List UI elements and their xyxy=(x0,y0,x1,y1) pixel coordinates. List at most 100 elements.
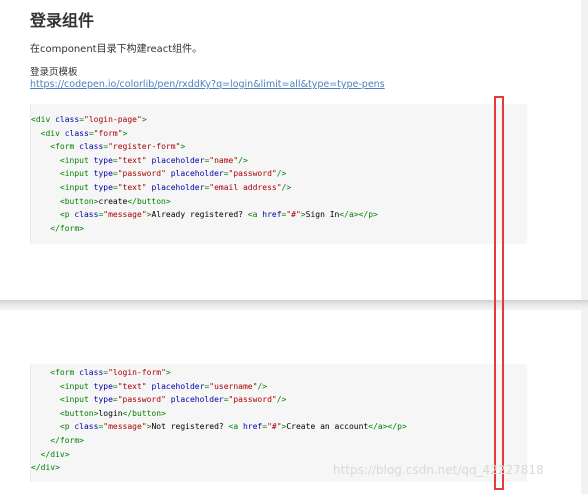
code-token: "login-page" xyxy=(84,115,142,124)
code-token: <input xyxy=(59,182,94,192)
code-token: placeholder xyxy=(151,182,205,192)
code-token: <form xyxy=(50,142,80,152)
code-token: <p xyxy=(59,422,75,432)
code-token: "password" xyxy=(228,169,277,179)
code-line: <p class="message">Already registered? <… xyxy=(31,208,527,222)
highlight-rectangle xyxy=(494,96,504,490)
code-token: > xyxy=(122,128,128,138)
code-token: > xyxy=(180,142,186,152)
code-token: </div> xyxy=(31,463,60,473)
code-token: /> xyxy=(257,381,268,391)
code-token: <p xyxy=(59,210,75,220)
code-token: "password" xyxy=(228,395,277,405)
code-token: class xyxy=(79,368,104,377)
code-line: </div> xyxy=(31,448,527,462)
code-token: </form> xyxy=(50,223,84,233)
code-token: "message" xyxy=(103,210,147,220)
code-token: href xyxy=(262,210,282,220)
code-token: /> xyxy=(238,155,248,165)
code-line: <input type="text" placeholder="email ad… xyxy=(31,181,527,195)
code-token: </a></p> xyxy=(368,422,407,432)
code-line: <input type="password" placeholder="pass… xyxy=(31,393,527,407)
code-token: class xyxy=(74,210,99,220)
code-token: "#" xyxy=(286,210,301,220)
code-token: <div xyxy=(31,115,56,124)
watermark-text: https://blog.csdn.net/qq_42227818 xyxy=(333,463,544,477)
code-token: "email address" xyxy=(209,182,282,192)
code-line: <input type="password" placeholder="pass… xyxy=(31,167,527,181)
code-token: class xyxy=(64,128,89,138)
intro-paragraph: 在component目录下构建react组件。 xyxy=(30,44,203,55)
code-token: "text" xyxy=(117,155,147,165)
code-token: "name" xyxy=(209,155,239,165)
code-token: <input xyxy=(59,169,94,179)
code-token: /> xyxy=(281,182,292,192)
code-token: Not registered? xyxy=(151,422,229,432)
code-token: type xyxy=(93,381,113,391)
code-token: <a xyxy=(228,422,243,432)
code-line: <p class="message">Not registered? <a hr… xyxy=(31,420,527,434)
code-token: placeholder xyxy=(151,381,205,391)
code-block-1: <div class="login-page"> <div class="for… xyxy=(30,104,527,244)
code-token: <input xyxy=(59,381,94,391)
code-token: Already registered? xyxy=(151,210,248,220)
code-token: <a xyxy=(247,210,263,220)
code-line: <input type="text" placeholder="name"/> xyxy=(31,154,527,168)
code-line: <button>login</button> xyxy=(31,407,527,421)
code-line: </form> xyxy=(31,222,527,236)
code-token: placeholder xyxy=(170,395,224,405)
code-token: class xyxy=(55,115,80,124)
code-token: > xyxy=(165,368,171,377)
code-token: type xyxy=(93,155,113,165)
code-token: > xyxy=(141,115,147,124)
template-link[interactable]: https://codepen.io/colorlib/pen/rxddKy?q… xyxy=(30,79,385,90)
code-token: "text" xyxy=(117,381,147,391)
code-token: class xyxy=(74,422,99,432)
code-token: "password" xyxy=(117,169,166,179)
code-line: <form class="register-form"> xyxy=(31,140,527,154)
code-token: type xyxy=(93,182,113,192)
code-token: "form" xyxy=(93,128,123,138)
code-line: </form> xyxy=(31,434,527,448)
code-token: </button> xyxy=(122,408,166,418)
code-token: login xyxy=(98,408,123,418)
code-token: "register-form" xyxy=(108,142,181,152)
template-label: 登录页模板 xyxy=(30,67,78,78)
code-token: </div> xyxy=(40,449,70,459)
code-token: "login-form" xyxy=(108,368,166,377)
code-token: <input xyxy=(59,395,94,405)
code-token: </button> xyxy=(127,196,171,206)
code-line: <form class="login-form"> xyxy=(31,366,527,380)
code-token: /> xyxy=(276,169,287,179)
code-line: <input type="text" placeholder="username… xyxy=(31,380,527,394)
code-token: class xyxy=(79,142,104,152)
code-token: "#" xyxy=(267,422,282,432)
code-token: "text" xyxy=(117,182,147,192)
code-token: type xyxy=(93,169,113,179)
code-line: <button>create</button> xyxy=(31,195,527,209)
window-edge xyxy=(580,0,588,494)
code-line: <div class="form"> xyxy=(31,127,527,141)
code-token: href xyxy=(242,422,263,432)
code-token: Create an account xyxy=(286,422,369,432)
code-line: <div class="login-page"> xyxy=(31,113,527,127)
code-token: "password" xyxy=(117,395,166,405)
code-token: placeholder xyxy=(151,155,205,165)
code-token: <form xyxy=(50,368,80,377)
code-token: placeholder xyxy=(170,169,224,179)
section-heading: 登录组件 xyxy=(30,11,95,30)
code-token: </a></p> xyxy=(339,210,378,220)
code-token: type xyxy=(93,395,113,405)
